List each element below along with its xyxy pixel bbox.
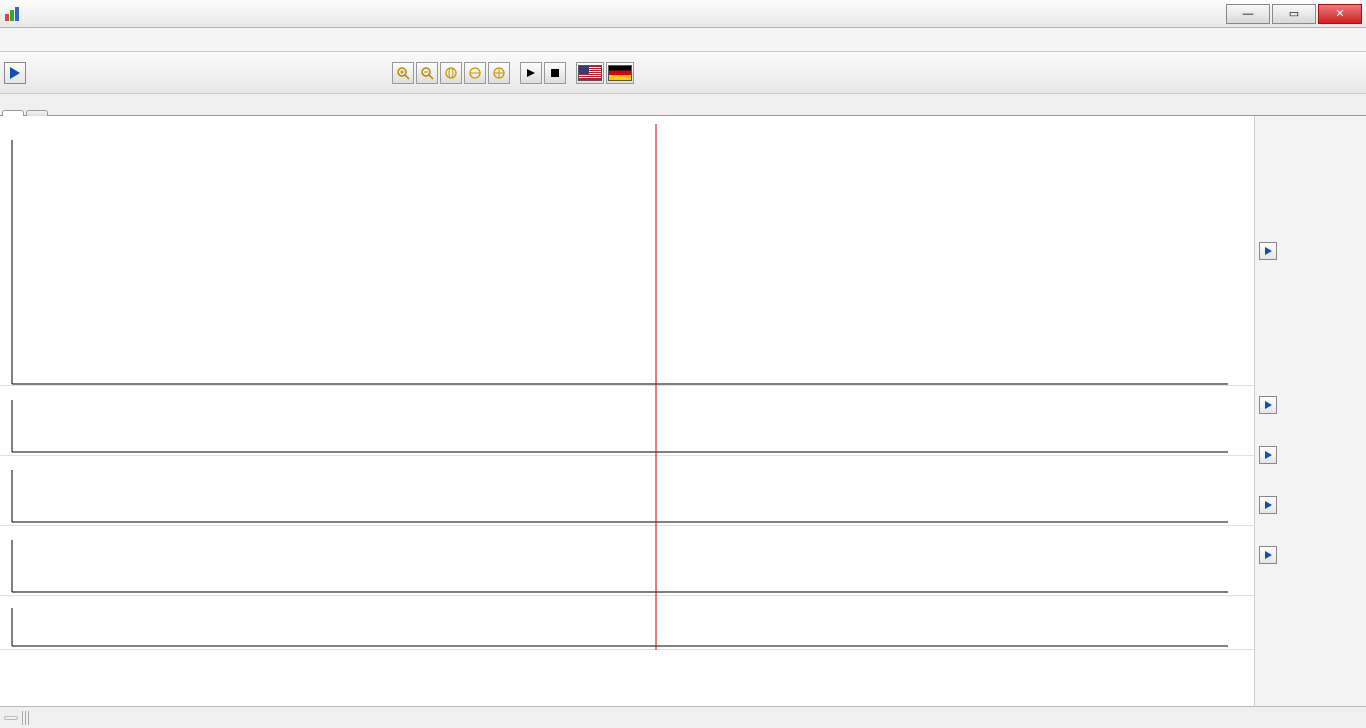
zoom-out-button[interactable] xyxy=(416,62,438,84)
tool-globe-3[interactable] xyxy=(488,62,510,84)
tabbar xyxy=(0,94,1366,116)
close-button[interactable]: ✕ xyxy=(1318,4,1362,24)
lane-rposantrieb xyxy=(0,124,1254,386)
wert-block-2 xyxy=(1259,444,1362,464)
trace-play-2[interactable] xyxy=(1259,446,1277,464)
maximize-button[interactable]: ▭ xyxy=(1272,4,1316,24)
zoom-in-button[interactable] xyxy=(392,62,414,84)
flag-us-icon xyxy=(578,65,602,81)
menu-trace[interactable] xyxy=(42,28,62,51)
status-protokoll xyxy=(4,716,18,720)
lane-xnockelinks xyxy=(0,386,1254,456)
side-panel xyxy=(1254,116,1366,706)
trace-play-0[interactable] xyxy=(1259,242,1277,260)
stop-button[interactable] xyxy=(544,62,566,84)
menubar xyxy=(0,28,1366,52)
wert-block-4 xyxy=(1259,544,1362,564)
lang-us-button[interactable] xyxy=(576,62,604,84)
lane-xtriggerrechts xyxy=(0,596,1254,650)
chart-area[interactable] xyxy=(0,116,1254,706)
play-button[interactable] xyxy=(520,62,542,84)
app-icon xyxy=(4,6,20,22)
trace-play-4[interactable] xyxy=(1259,546,1277,564)
menu-protokollauswahl[interactable] xyxy=(2,28,22,51)
toolbar xyxy=(0,52,1366,94)
time-info xyxy=(0,116,1254,124)
side-title xyxy=(1259,120,1362,130)
tool-globe-2[interactable] xyxy=(464,62,486,84)
menu-sprache[interactable] xyxy=(82,28,102,51)
trace-play-3[interactable] xyxy=(1259,496,1277,514)
trace-play-1[interactable] xyxy=(1259,396,1277,414)
grip-icon xyxy=(22,711,30,725)
flag-de-icon xyxy=(608,65,632,81)
minimize-button[interactable]: — xyxy=(1226,4,1270,24)
lane-xtriggerlinks xyxy=(0,526,1254,596)
menu-aufzeichnung[interactable] xyxy=(22,28,42,51)
lane-xnockerechts xyxy=(0,456,1254,526)
wert-block-0 xyxy=(1259,240,1362,260)
tool-globe-1[interactable] xyxy=(440,62,462,84)
statusbar xyxy=(0,706,1366,728)
wert-block-1 xyxy=(1259,394,1362,414)
titlebar: — ▭ ✕ xyxy=(0,0,1366,28)
menu-info[interactable] xyxy=(62,28,82,51)
run-button[interactable] xyxy=(4,62,26,84)
tab-graph-view[interactable] xyxy=(2,110,24,116)
wert-block-3 xyxy=(1259,494,1362,514)
lang-de-button[interactable] xyxy=(606,62,634,84)
